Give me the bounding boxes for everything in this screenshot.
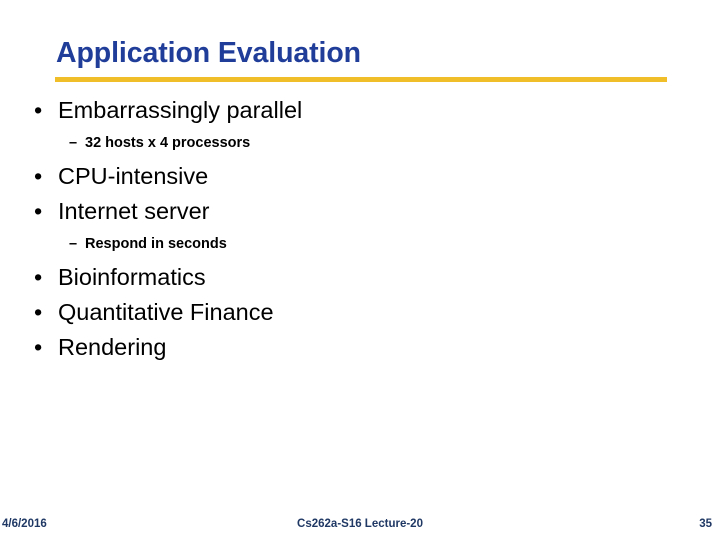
- bullet-item: –32 hosts x 4 processors: [0, 128, 720, 160]
- page-title: Application Evaluation: [56, 37, 361, 69]
- bullet-item: • Embarrassingly parallel: [0, 93, 720, 128]
- bullet-item: • CPU-intensive: [0, 159, 720, 194]
- bullet-text: 32 hosts x 4 processors: [85, 134, 251, 151]
- bullet-item: • Internet server: [0, 194, 720, 229]
- slide-footer: 4/6/2016 Cs262a-S16 Lecture-20 35: [0, 516, 720, 536]
- bullet-dot-icon: •: [34, 264, 43, 291]
- bullet-text: Internet server: [58, 198, 210, 225]
- bullet-text: CPU-intensive: [58, 163, 209, 190]
- bullet-item: • Quantitative Finance: [0, 295, 720, 330]
- bullet-dash-icon: –: [69, 235, 78, 252]
- bullet-dot-icon: •: [34, 333, 43, 360]
- bullet-text: Rendering: [58, 333, 167, 360]
- slide-body-bullet-list: • Embarrassingly parallel –32 hosts x 4 pr…: [0, 93, 720, 365]
- bullet-dot-icon: •: [34, 97, 43, 123]
- bullet-item: • Rendering: [0, 330, 720, 365]
- title-underline-rule: [55, 77, 667, 82]
- bullet-dash-icon: –: [69, 134, 78, 151]
- bullet-text: Embarrassingly parallel: [58, 97, 303, 123]
- bullet-text: Bioinformatics: [58, 264, 206, 291]
- bullet-item: • Bioinformatics: [0, 260, 720, 295]
- bullet-dot-icon: •: [34, 299, 43, 326]
- bullet-dot-icon: •: [34, 163, 43, 190]
- presentation-slide: Application Evaluation • Embarrassingly p…: [0, 0, 720, 540]
- bullet-item: – Respond in seconds: [0, 229, 720, 261]
- bullet-text: Quantitative Finance: [58, 299, 274, 326]
- footer-page-number: 35: [699, 518, 712, 530]
- bullet-dot-icon: •: [34, 198, 43, 225]
- bullet-text: Respond in seconds: [85, 235, 227, 252]
